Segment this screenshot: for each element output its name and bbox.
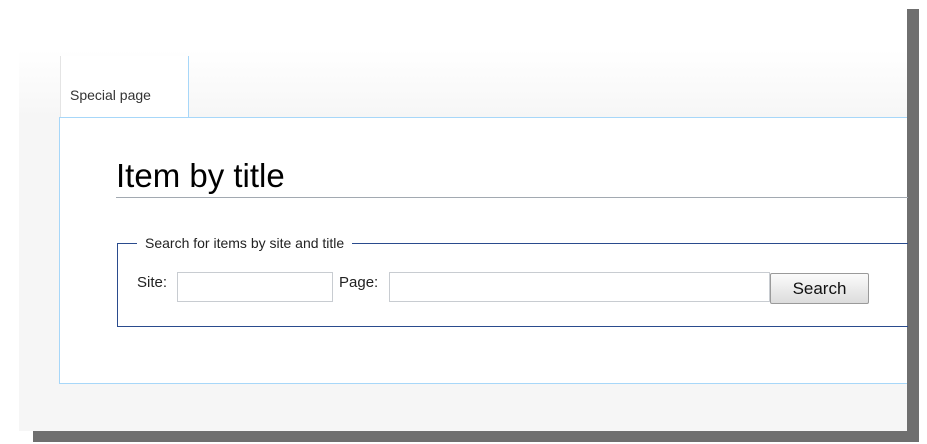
page-input[interactable] xyxy=(389,272,770,302)
page-title: Item by title xyxy=(116,157,285,194)
search-fieldset-legend: Search for items by site and title xyxy=(137,235,353,251)
search-fieldset: Search for items by site and title Site:… xyxy=(117,235,908,327)
tab-special-page[interactable]: Special page xyxy=(60,56,189,118)
site-input[interactable] xyxy=(177,272,333,302)
search-button[interactable]: Search xyxy=(770,273,869,304)
wiki-page: Special page Item by title Search for it… xyxy=(19,0,908,431)
page-label: Page: xyxy=(339,274,379,291)
tab-special-page-label: Special page xyxy=(70,87,151,103)
site-label: Site: xyxy=(137,274,168,291)
page-shadow-right xyxy=(907,9,919,442)
title-divider xyxy=(116,197,908,198)
content-area: Item by title Search for items by site a… xyxy=(59,117,908,384)
page-shadow-bottom xyxy=(33,431,919,442)
